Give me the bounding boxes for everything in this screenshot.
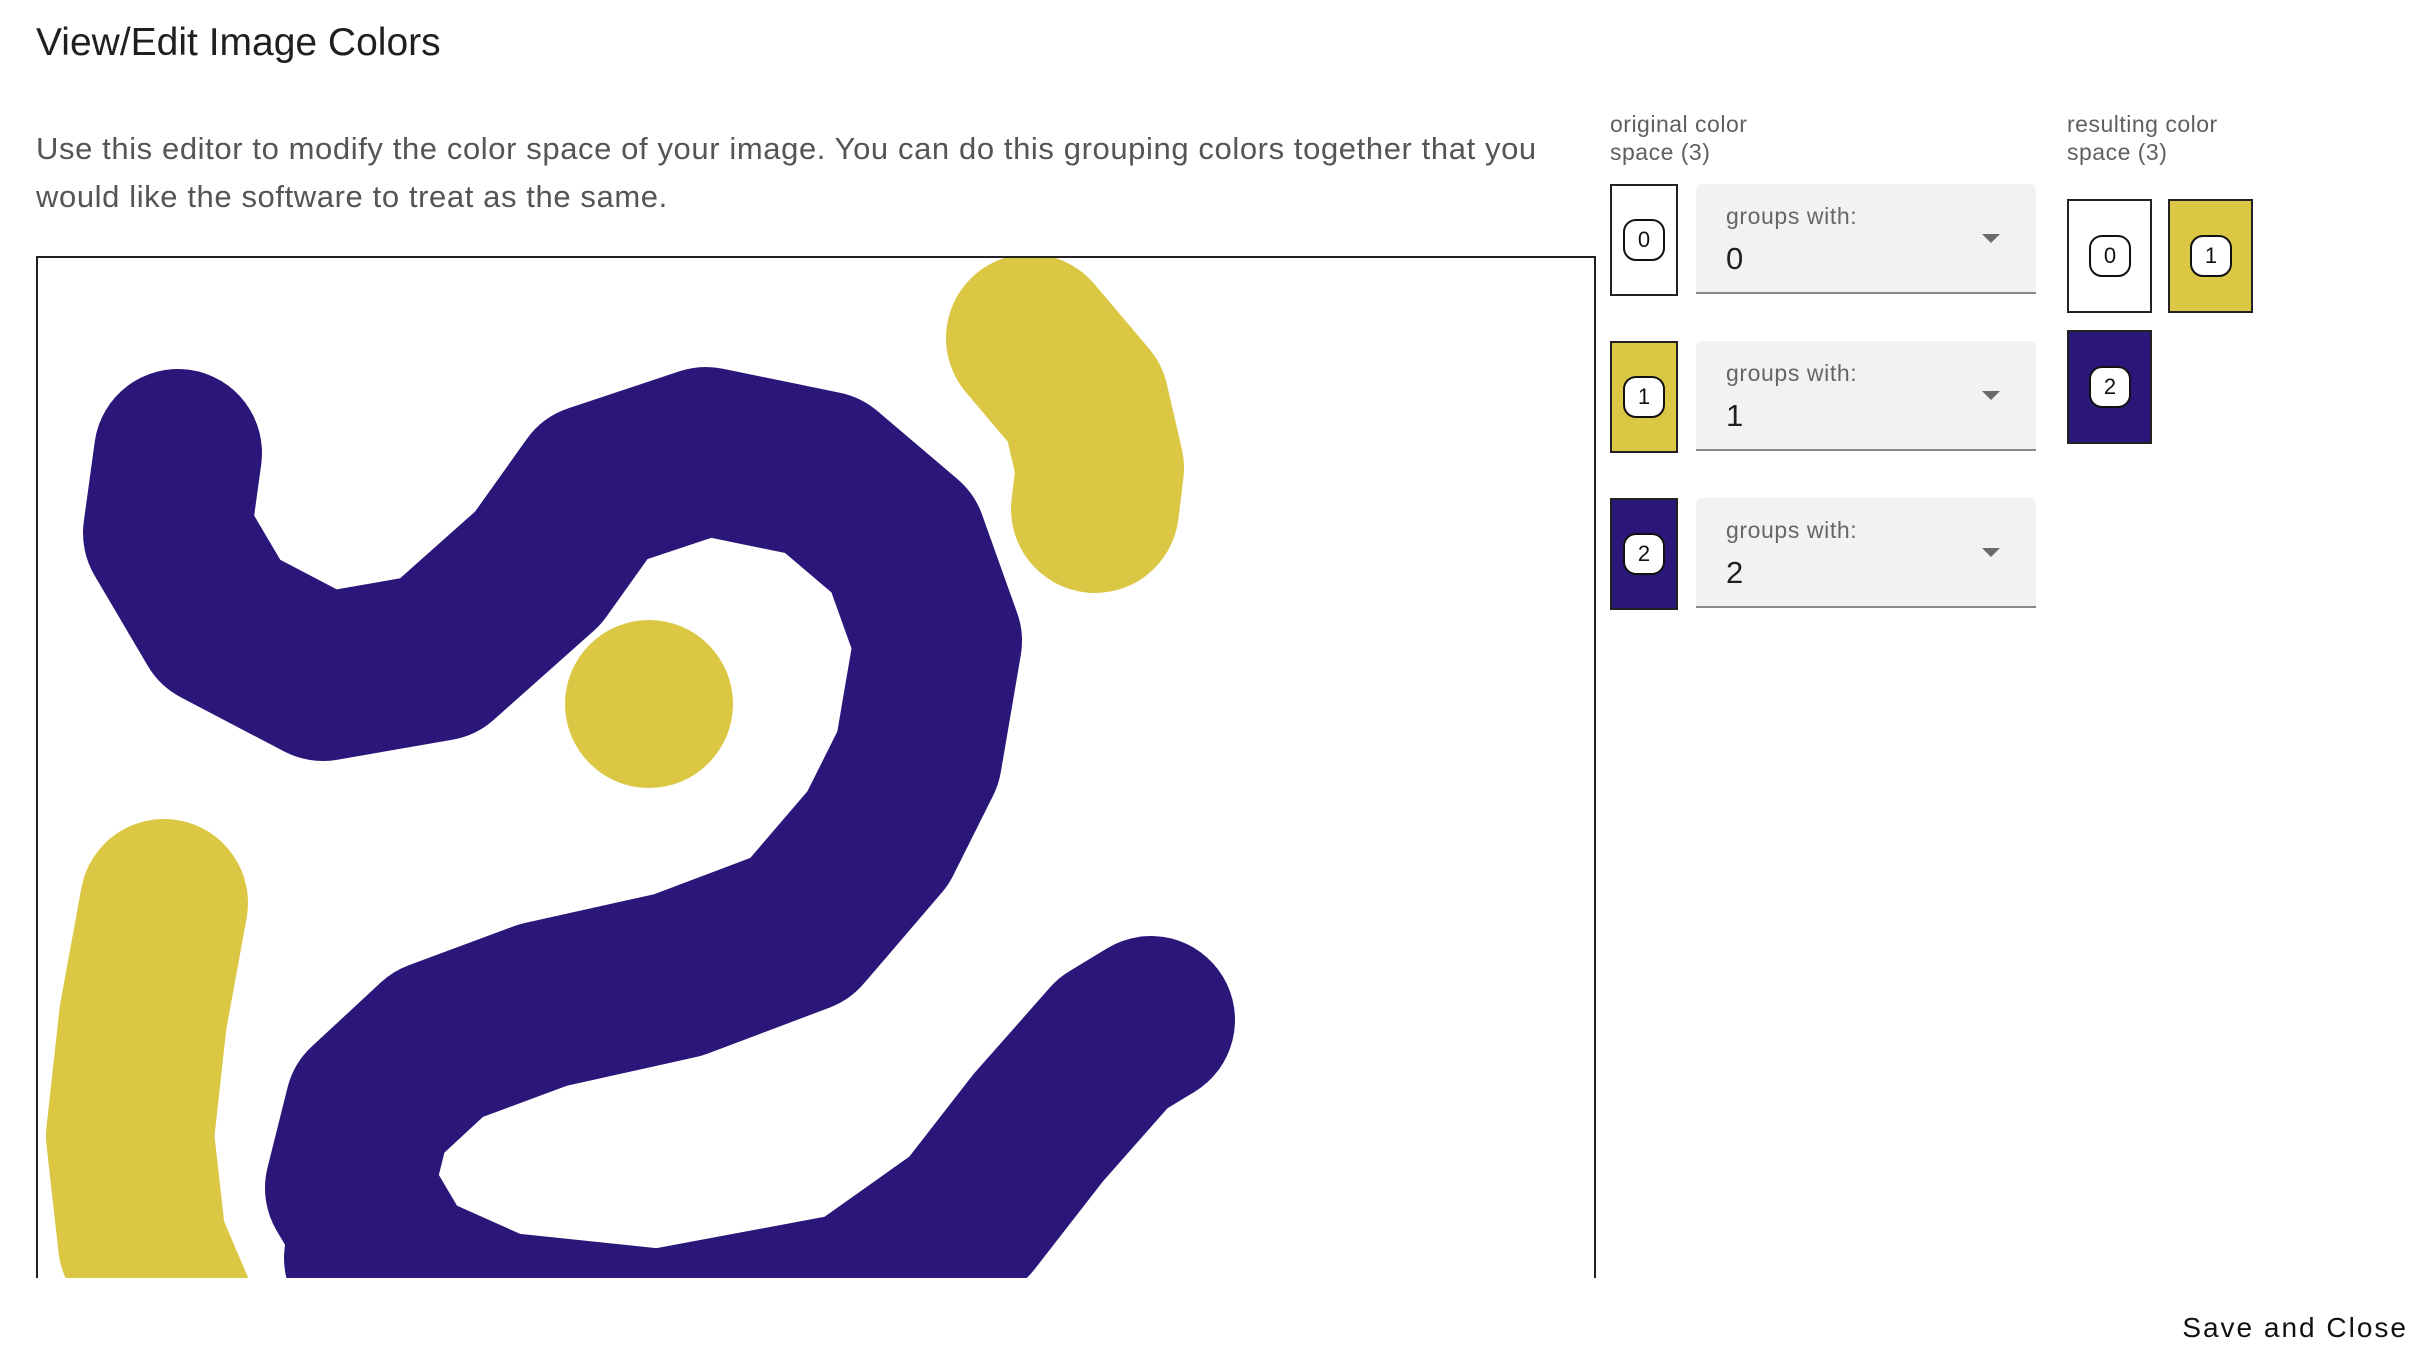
yellow-stroke-bottom-left — [46, 819, 249, 1278]
color-index-chip: 0 — [1623, 219, 1665, 261]
color-index-chip: 0 — [2089, 235, 2131, 277]
select-label: groups with: — [1726, 517, 1858, 543]
navy-stroke-upper — [83, 367, 1022, 1278]
original-color-space-heading: original color space (3) — [1610, 111, 1748, 165]
color-index-chip: 2 — [2089, 366, 2131, 408]
color-index-chip: 2 — [1623, 533, 1665, 575]
select-value: 2 — [1726, 555, 1744, 590]
dropdown-arrow-icon — [1982, 548, 2000, 557]
image-colors-dialog: View/Edit Image Colors Use this editor t… — [0, 0, 2426, 1370]
select-value: 1 — [1726, 398, 1744, 433]
yellow-dot-center — [565, 620, 733, 788]
groups-with-select-1[interactable]: groups with: 1 — [1696, 341, 2036, 451]
editor-description: Use this editor to modify the color spac… — [36, 131, 1537, 214]
image-preview — [36, 256, 1596, 1278]
resulting-swatch-0: 0 — [2067, 199, 2152, 313]
dropdown-arrow-icon — [1982, 391, 2000, 400]
resulting-color-space-heading: resulting color space (3) — [2067, 111, 2218, 165]
select-label: groups with: — [1726, 360, 1858, 386]
groups-with-select-0[interactable]: groups with: 0 — [1696, 184, 2036, 294]
dialog-title: View/Edit Image Colors — [36, 21, 441, 64]
navy-strokes — [83, 367, 1235, 1278]
resulting-swatch-1: 1 — [2168, 199, 2253, 313]
select-label: groups with: — [1726, 203, 1858, 229]
original-swatch-2: 2 — [1610, 498, 1678, 610]
dropdown-arrow-icon — [1982, 234, 2000, 243]
save-and-close-button[interactable]: Save and Close — [2182, 1310, 2408, 1346]
color-index-chip: 1 — [1623, 376, 1665, 418]
original-swatch-0: 0 — [1610, 184, 1678, 296]
yellow-stroke-top-right — [946, 258, 1184, 593]
original-swatch-1: 1 — [1610, 341, 1678, 453]
resulting-swatch-2: 2 — [2067, 330, 2152, 444]
color-index-chip: 1 — [2190, 235, 2232, 277]
select-value: 0 — [1726, 241, 1744, 276]
image-canvas — [46, 258, 1235, 1278]
groups-with-select-2[interactable]: groups with: 2 — [1696, 498, 2036, 608]
